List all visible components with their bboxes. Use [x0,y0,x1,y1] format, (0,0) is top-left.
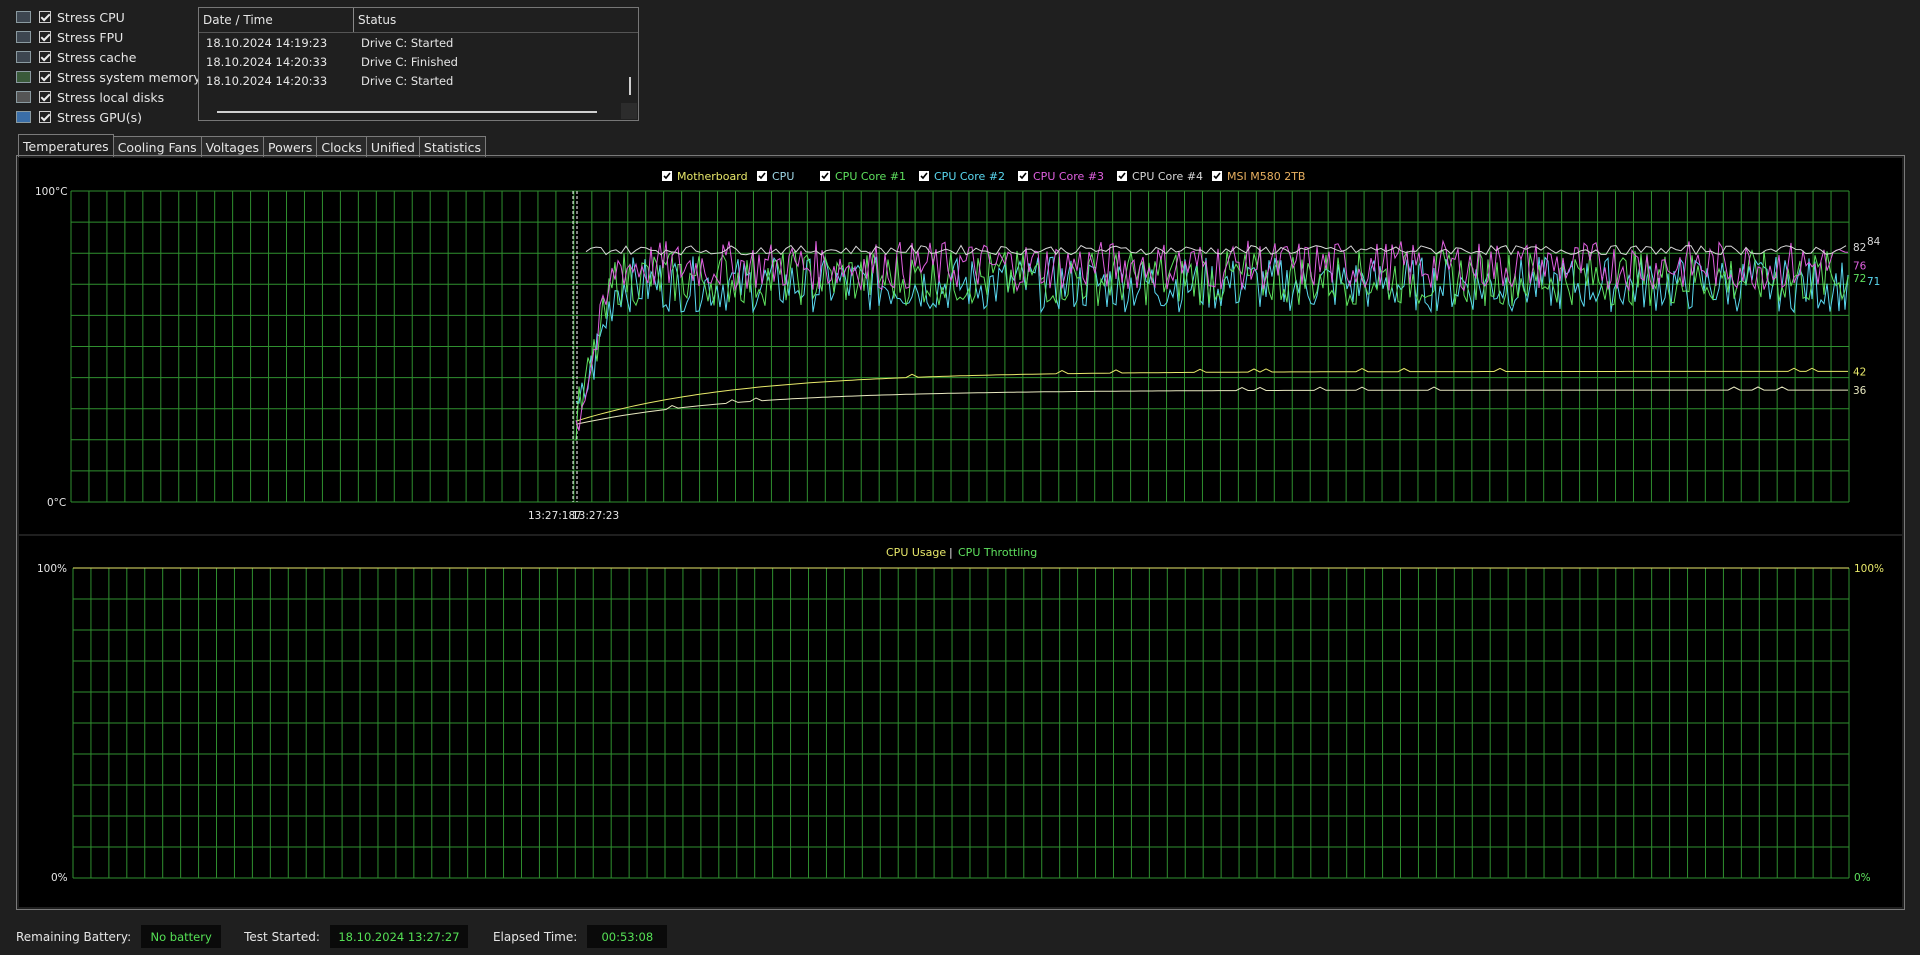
stress-fpu-label: Stress FPU [57,29,124,45]
test-started-value: 18.10.2024 13:27:27 [329,925,468,948]
series-end-value: 36 [1853,385,1867,397]
gpu-icon [16,111,31,123]
series-end-value: 76 [1853,261,1867,273]
status-bar: Remaining Battery: No battery Test Start… [16,925,668,948]
stress-gpu-option[interactable]: Stress GPU(s) [16,107,201,127]
log-row-status: Drive C: Started [361,73,454,88]
log-scroll-corner [621,103,637,119]
battery-label: Remaining Battery: [16,929,132,944]
stress-gpu-label: Stress GPU(s) [57,109,143,125]
stress-memory-label: Stress system memory [57,69,201,85]
tab-clocks[interactable]: Clocks [316,136,367,157]
log-vertical-scrollbar[interactable] [629,35,631,95]
test-started-label: Test Started: [244,929,320,944]
usage-chart-background [19,536,1902,907]
stress-cpu-option[interactable]: Stress CPU [16,7,201,27]
legend-label: CPU Core #2 [934,170,1005,183]
log-header-datetime[interactable]: Date / Time [199,8,354,32]
log-header: Date / Time Status [199,8,638,33]
elapsed-time-value: 00:53:08 [587,925,668,948]
temp-y-bottom-label: 0°C [47,497,66,509]
usage-legend-cpu-usage: CPU Usage [886,546,946,559]
disk-icon [16,91,31,103]
cache-icon [16,51,31,63]
memory-icon [16,71,31,83]
log-row[interactable]: 18.10.2024 14:20:33 Drive C: Finished [199,52,638,71]
usage-y-bottom-right: 0% [1854,872,1871,884]
log-row-time: 18.10.2024 14:20:33 [206,73,328,88]
log-row-time: 18.10.2024 14:19:23 [206,35,328,50]
tab-powers[interactable]: Powers [263,136,318,157]
log-header-status[interactable]: Status [354,13,396,27]
log-vertical-scroll-thumb[interactable] [629,77,631,95]
series-end-value: 42 [1853,366,1866,378]
series-end-value: 84 [1867,236,1881,248]
log-row-status: Drive C: Started [361,35,454,50]
log-horizontal-scrollbar[interactable] [217,111,597,113]
legend-label: Motherboard [677,170,748,183]
tab-temperatures[interactable]: Temperatures [18,134,114,157]
charts-panel: Motherboard CPU CPU Core #1 CPU Core #2 CPU … [16,155,1905,910]
temp-y-top-label: 100°C [35,186,68,198]
legend-label: CPU Core #1 [835,170,906,183]
stress-disks-label: Stress local disks [57,89,165,105]
stress-cpu-label: Stress CPU [57,9,125,25]
event-log[interactable]: Date / Time Status 18.10.2024 14:19:23 Dr… [198,7,639,121]
stress-memory-checkbox[interactable] [39,71,51,83]
log-row-status: Drive C: Finished [361,54,458,69]
stress-disks-option[interactable]: Stress local disks [16,87,201,107]
stress-memory-option[interactable]: Stress system memory [16,67,201,87]
temp-x-label: 13:27:23 [572,510,619,522]
legend-label: MSI M580 2TB [1227,170,1305,183]
usage-legend-separator: | [949,546,953,559]
legend-label: CPU Core #4 [1132,170,1203,183]
charts-svg: Motherboard CPU CPU Core #1 CPU Core #2 CPU … [19,158,1902,907]
stress-fpu-option[interactable]: Stress FPU [16,27,201,47]
fpu-icon [16,31,31,43]
tab-voltages[interactable]: Voltages [200,136,265,157]
stress-fpu-checkbox[interactable] [39,31,51,43]
stress-cache-option[interactable]: Stress cache [16,47,201,67]
tab-bar: Temperatures Cooling Fans Voltages Power… [18,134,487,157]
stress-cache-label: Stress cache [57,49,137,65]
legend-label: CPU [772,170,794,183]
stress-gpu-checkbox[interactable] [39,111,51,123]
log-row[interactable]: 18.10.2024 14:19:23 Drive C: Started [199,33,638,52]
series-end-value: 71 [1867,276,1880,288]
usage-y-bottom-left: 0% [51,872,68,884]
usage-legend-cpu-throttling: CPU Throttling [958,546,1037,559]
elapsed-time-label: Elapsed Time: [492,929,578,944]
log-row-time: 18.10.2024 14:20:33 [206,54,328,69]
battery-value: No battery [141,925,222,948]
tab-statistics[interactable]: Statistics [418,136,487,157]
series-end-value: 82 [1853,242,1866,254]
usage-y-top-left: 100% [37,563,67,575]
tab-unified[interactable]: Unified [365,136,420,157]
stress-cpu-checkbox[interactable] [39,11,51,23]
stress-options: Stress CPU Stress FPU Stress cache Stres… [16,7,201,127]
stress-cache-checkbox[interactable] [39,51,51,63]
legend-label: CPU Core #3 [1033,170,1104,183]
cpu-icon [16,11,31,23]
series-end-value: 72 [1853,273,1866,285]
log-row[interactable]: 18.10.2024 14:20:33 Drive C: Started [199,71,638,90]
stress-disks-checkbox[interactable] [39,91,51,103]
usage-y-top-right: 100% [1854,563,1884,575]
tab-cooling-fans[interactable]: Cooling Fans [112,136,202,157]
